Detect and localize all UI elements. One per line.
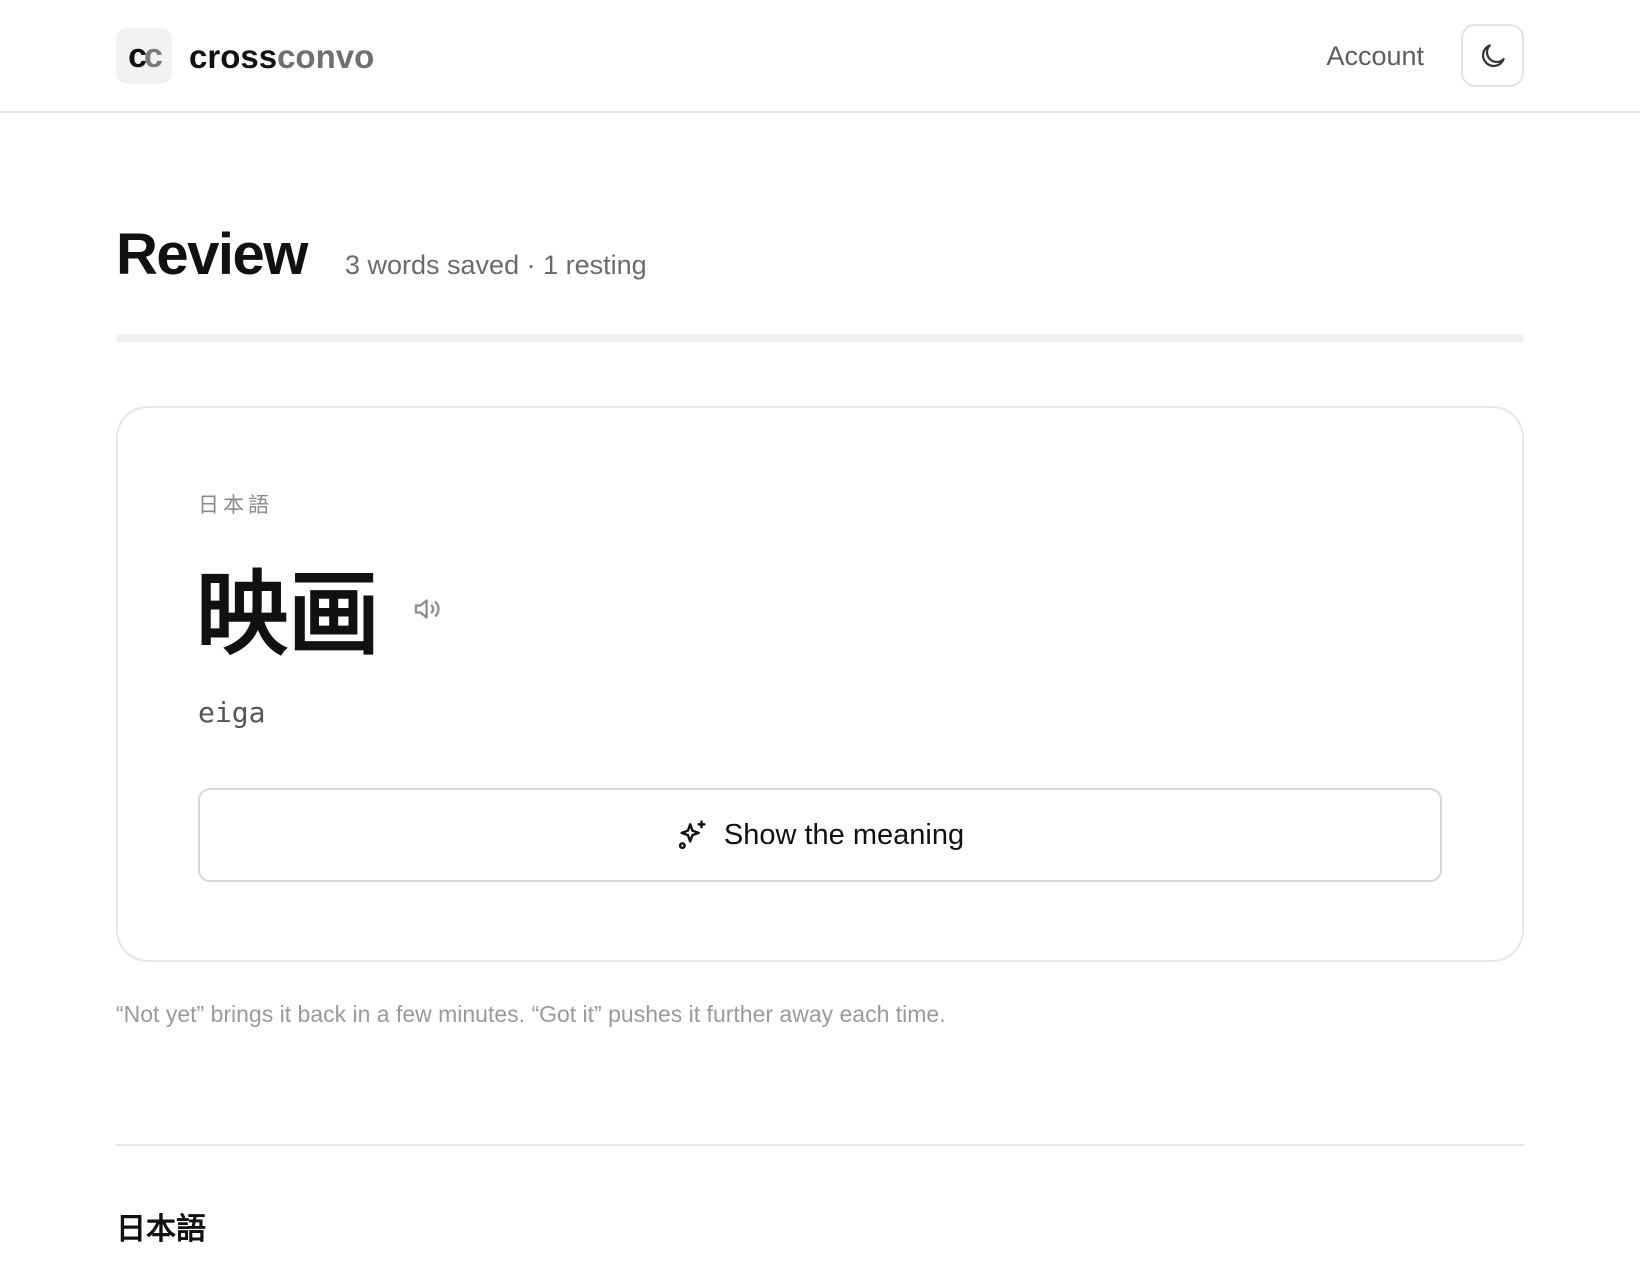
logo-mark: cc: [116, 28, 172, 84]
flashcard: 日本語 映画 eiga Show the meaning: [116, 406, 1524, 962]
card-romanization: eiga: [198, 696, 266, 729]
review-hint-text: “Not yet” brings it back in a few minute…: [116, 1001, 946, 1027]
section-divider: [116, 1144, 1524, 1146]
theme-toggle-button[interactable]: [1461, 24, 1524, 87]
logo-letter-2: c: [144, 37, 163, 75]
brand-wordmark: crossconvo: [189, 40, 374, 73]
brand-wordmark-part1: cross: [189, 37, 278, 75]
page-title: Review: [116, 222, 308, 287]
card-language-label: 日本語: [198, 493, 273, 517]
show-meaning-label: Show the meaning: [723, 819, 965, 851]
language-section-heading: 日本語: [116, 1212, 206, 1247]
card-word: 映画: [196, 561, 381, 668]
account-link[interactable]: Account: [1326, 37, 1424, 75]
pronounce-button[interactable]: [408, 589, 448, 629]
moon-icon: [1481, 43, 1505, 67]
logo-letter-1: c: [128, 37, 147, 75]
review-progress-bar: [116, 334, 1524, 342]
top-navigation-bar: cc crossconvo Account: [0, 0, 1640, 113]
sparkle-icon: [676, 818, 710, 852]
speaker-icon: [414, 599, 440, 619]
review-summary: 3 words saved · 1 resting: [345, 250, 647, 280]
brand-wordmark-part2: convo: [277, 37, 375, 75]
show-meaning-button[interactable]: Show the meaning: [198, 788, 1442, 882]
brand-home-link[interactable]: cc crossconvo: [116, 28, 374, 84]
